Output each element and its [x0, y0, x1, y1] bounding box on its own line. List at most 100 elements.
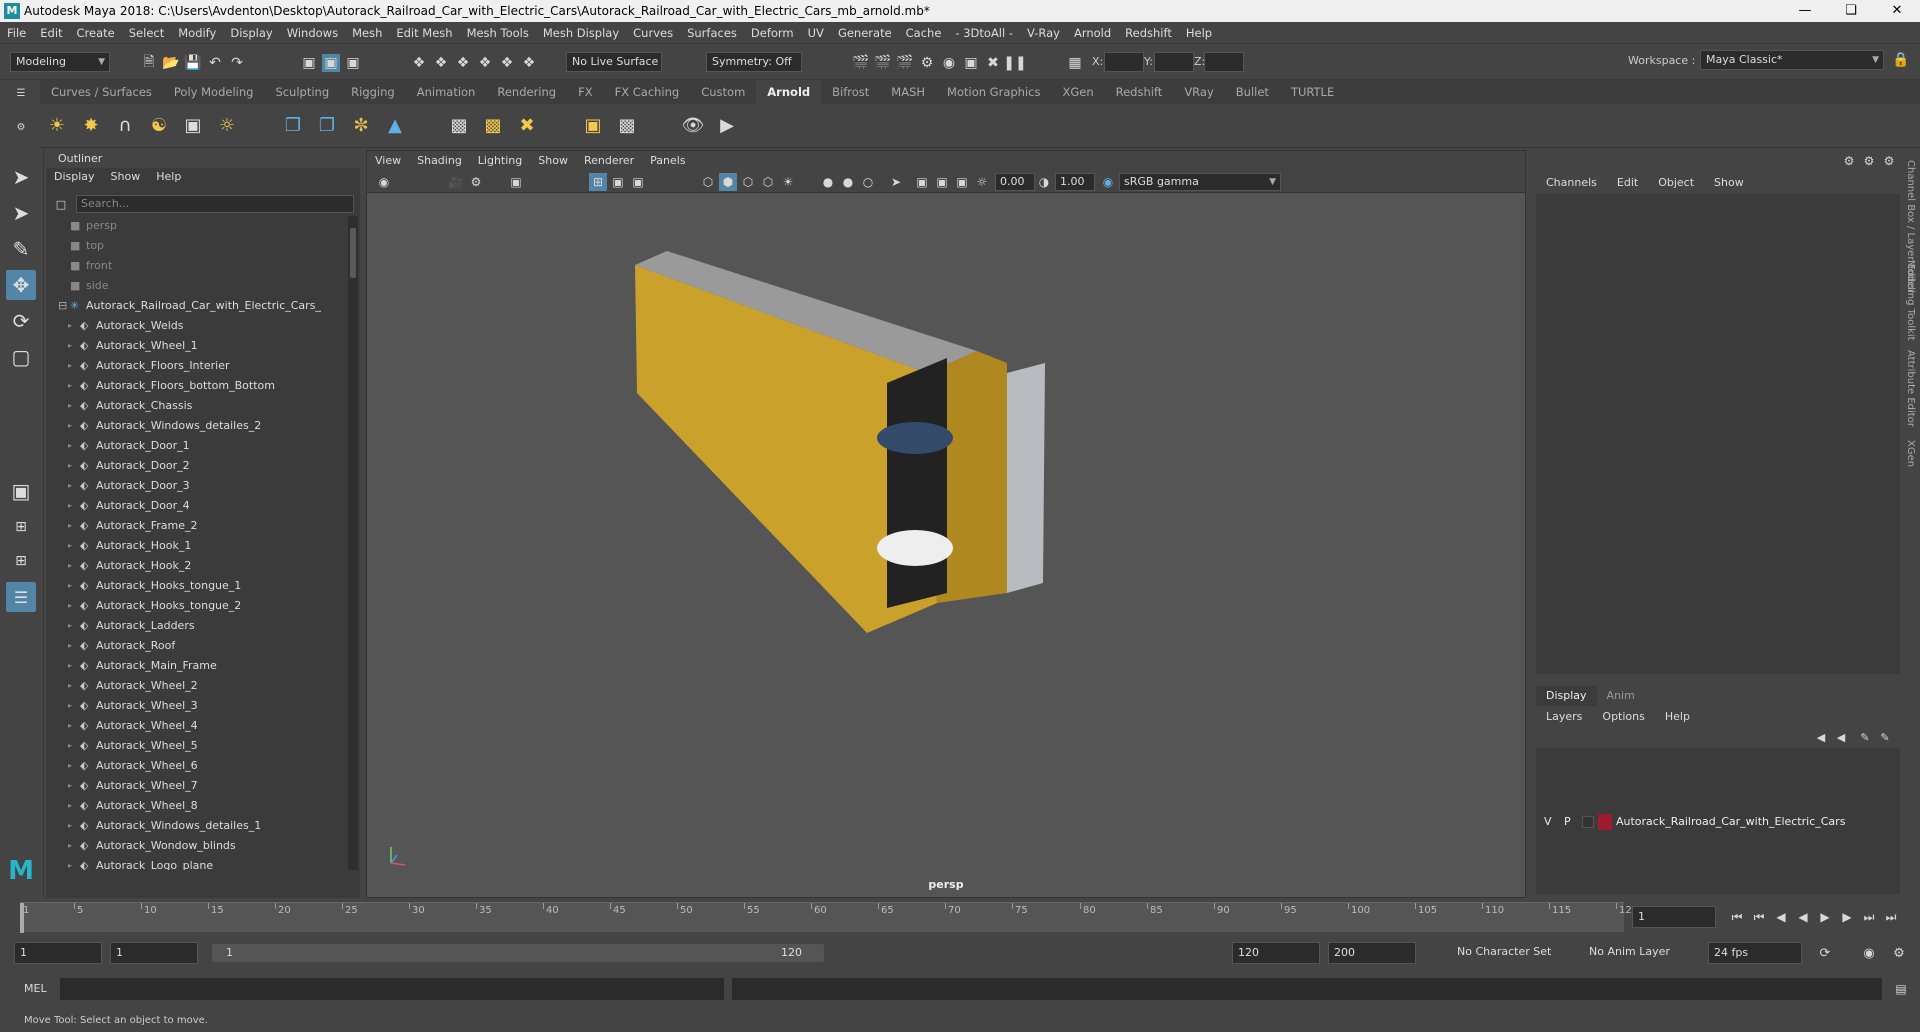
outliner-root-group[interactable]: ⊟ ✳ Autorack_Railroad_Car_with_Electric_Ca… — [46, 296, 346, 316]
shelf-tab-custom[interactable]: Custom — [690, 80, 756, 104]
expand-icon[interactable]: ▸ — [68, 356, 72, 376]
export-standin-icon[interactable]: ❐ — [318, 115, 336, 136]
side-tab-modeling-toolkit[interactable]: Modeling Toolkit — [1905, 260, 1916, 341]
channel-menu-show[interactable]: Show — [1704, 172, 1754, 194]
snap-point-icon[interactable]: ❖ — [454, 54, 472, 72]
live-surface-field[interactable]: No Live Surface — [566, 52, 662, 72]
shelf-tab-bullet[interactable]: Bullet — [1225, 80, 1280, 104]
outliner-list-item[interactable]: ▸ ⬖ Autorack_Main_Frame — [46, 656, 346, 676]
ambient-occlusion-icon[interactable]: ● — [839, 173, 857, 191]
go-to-end-icon[interactable]: ⏭ — [1882, 908, 1900, 926]
playback-start-field[interactable]: 1 — [110, 942, 198, 964]
ipr-render-icon[interactable]: 🎬 — [896, 54, 914, 72]
play-forwards-icon[interactable]: ▶ — [1816, 908, 1834, 926]
step-back-frame-icon[interactable]: ⏮ — [1750, 908, 1768, 926]
use-all-lights-icon[interactable]: ☀ — [779, 173, 797, 191]
loop-icon[interactable]: ⟳ — [1816, 944, 1834, 962]
menu-cache[interactable]: Cache — [899, 22, 949, 44]
tx-manager-icon[interactable]: ✖ — [518, 115, 536, 136]
open-scene-icon[interactable]: 📂 — [162, 54, 180, 72]
expand-icon[interactable]: ▸ — [68, 616, 72, 636]
expand-icon[interactable]: ▸ — [68, 716, 72, 736]
menu-create[interactable]: Create — [70, 22, 122, 44]
redo-icon[interactable]: ↷ — [228, 54, 246, 72]
scene-end-field[interactable]: 200 — [1328, 942, 1416, 964]
menu-file[interactable]: File — [0, 22, 33, 44]
scene-start-field[interactable]: 1 — [14, 942, 102, 964]
viewport-menu-shading[interactable]: Shading — [409, 151, 470, 171]
viewport-panel[interactable]: View Shading Lighting Show Renderer Panels ◉ … — [366, 150, 1526, 898]
menu-deform[interactable]: Deform — [744, 22, 801, 44]
shelf-menu-icon[interactable]: ☰ — [12, 84, 30, 102]
expand-icon[interactable]: ▸ — [68, 516, 72, 536]
menu-uv[interactable]: UV — [801, 22, 831, 44]
viewport-menu-lighting[interactable]: Lighting — [470, 151, 530, 171]
shelf-tab-curves-surfaces[interactable]: Curves / Surfaces — [40, 80, 163, 104]
layer-type-box[interactable] — [1582, 816, 1594, 828]
exposure-field[interactable]: 0.00 — [995, 173, 1035, 191]
expand-icon[interactable]: ▸ — [68, 576, 72, 596]
range-bar[interactable]: 1 120 — [212, 944, 824, 962]
expand-icon[interactable]: ▸ — [68, 856, 72, 870]
image-plane-icon[interactable]: ▣ — [507, 173, 525, 191]
layer-visibility-toggle[interactable]: V — [1544, 812, 1552, 832]
outliner-list-item[interactable]: ▸ ⬖ Autorack_Hooks_tongue_2 — [46, 596, 346, 616]
move-layer-up-icon[interactable]: ◀ — [1812, 728, 1830, 746]
shelf-tab-rendering[interactable]: Rendering — [486, 80, 567, 104]
play-backwards-icon[interactable]: ◀ — [1794, 908, 1812, 926]
skydome-light-icon[interactable]: ☯ — [150, 115, 168, 136]
outliner-list-item[interactable]: ▸ ⬖ Autorack_Wheel_6 — [46, 756, 346, 776]
viewport-menu-show[interactable]: Show — [530, 151, 576, 171]
exposure-icon[interactable]: ☼ — [973, 173, 991, 191]
expand-icon[interactable]: ▸ — [68, 796, 72, 816]
four-view-layout-icon[interactable]: ⊞ — [6, 512, 36, 542]
mode-menu-dropdown[interactable]: Modeling ▼ — [10, 52, 110, 72]
outliner-list-item[interactable]: ▸ ⬖ Autorack_Wondow_blinds — [46, 836, 346, 856]
select-component-icon[interactable]: ▣ — [344, 54, 362, 72]
motion-blur-icon[interactable]: ○ — [859, 173, 877, 191]
snap-curve-icon[interactable]: ❖ — [432, 54, 450, 72]
lock-icon[interactable]: 🔒 — [1892, 51, 1910, 69]
viewport-menu-view[interactable]: View — [367, 151, 409, 171]
lasso-tool-icon[interactable]: ➤ — [6, 198, 36, 228]
shelf-tab-fx[interactable]: FX — [567, 80, 604, 104]
transform-constraints-icon[interactable]: ▦ — [1066, 54, 1084, 72]
animation-prefs-icon[interactable]: ⚙ — [1890, 944, 1908, 962]
render-settings-icon[interactable]: ⚙ — [918, 54, 936, 72]
outliner-menu-show[interactable]: Show — [103, 168, 149, 186]
arnold-render-icon[interactable]: ✖ — [984, 54, 1002, 72]
expand-icon[interactable]: ▸ — [68, 756, 72, 776]
film-gate-icon[interactable]: ▣ — [609, 173, 627, 191]
layer-color-swatch[interactable] — [1598, 814, 1612, 830]
menu-3dtoall[interactable]: - 3DtoAll - — [948, 22, 1020, 44]
character-set-dropdown[interactable]: No Character Set — [1452, 942, 1560, 964]
snap-surface-icon[interactable]: ❖ — [498, 54, 516, 72]
texture-manager-icon[interactable]: ▩ — [484, 115, 502, 136]
expand-icon[interactable]: ▸ — [68, 776, 72, 796]
fps-dropdown[interactable]: 24 fps — [1708, 942, 1802, 964]
layer-tab-anim[interactable]: Anim — [1597, 686, 1645, 706]
shelf-tab-turtle[interactable]: TURTLE — [1280, 80, 1345, 104]
expand-icon[interactable]: ▸ — [68, 676, 72, 696]
gamma-field[interactable]: 1.00 — [1055, 173, 1095, 191]
render-sequence-icon[interactable]: 🎬 — [874, 54, 892, 72]
outliner-list-item[interactable]: ▸ ⬖ Autorack_Chassis — [46, 396, 346, 416]
outliner-search-input[interactable]: Search... — [76, 195, 354, 213]
expand-icon[interactable]: ▸ — [68, 736, 72, 756]
symmetry-dropdown[interactable]: Symmetry: Off — [706, 52, 802, 72]
outliner-list-item[interactable]: ▸ ⬖ Autorack_Welds — [46, 316, 346, 336]
shelf-tab-mash[interactable]: MASH — [880, 80, 936, 104]
select-object-icon[interactable]: ▣ — [322, 54, 340, 72]
expand-icon[interactable]: ▸ — [68, 476, 72, 496]
outliner-menu-display[interactable]: Display — [46, 168, 103, 186]
tool-settings-toggle-icon[interactable]: ⚙ — [1880, 152, 1898, 170]
shelf-tab-rigging[interactable]: Rigging — [340, 80, 406, 104]
layer-tab-display[interactable]: Display — [1536, 686, 1597, 706]
flush-cache-icon[interactable]: ▩ — [450, 115, 468, 136]
outliner-list-item[interactable]: ▸ ⬖ Autorack_Hook_2 — [46, 556, 346, 576]
light-portal-icon[interactable]: ▣ — [184, 115, 202, 136]
shader-manager-icon[interactable]: ▩ — [618, 115, 636, 136]
menu-edit[interactable]: Edit — [33, 22, 69, 44]
volume-icon[interactable]: ✼ — [352, 115, 370, 136]
layer-menu-help[interactable]: Help — [1655, 710, 1700, 723]
